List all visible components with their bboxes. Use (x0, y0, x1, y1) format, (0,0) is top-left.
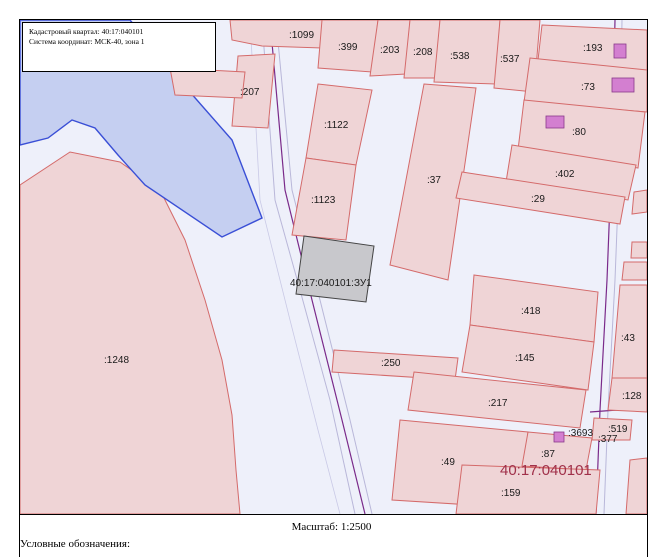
label-208: :208 (413, 47, 433, 58)
label-402: :402 (555, 169, 575, 180)
info-box: Кадастровый квартал: 40:17:040101 Систем… (22, 22, 216, 72)
selected-parcel-label: 40:17:040101:ЗУ1 (290, 278, 372, 289)
cadastral-map[interactable]: :1099 :399 :203 :208 :538 :537 :193 :73 … (20, 20, 647, 515)
label-1123: :1123 (311, 195, 336, 206)
parcel-43b[interactable] (621, 261, 647, 281)
legend-title: Условные обозначения: (20, 538, 131, 550)
label-418: :418 (521, 306, 541, 317)
label-1248: :1248 (104, 355, 129, 366)
selected-parcel[interactable] (295, 235, 375, 303)
label-250: :250 (381, 358, 401, 369)
label-145: :145 (515, 353, 535, 364)
label-207: :207 (240, 87, 260, 98)
parcel-right-small-2[interactable] (630, 241, 647, 259)
building-2 (611, 77, 635, 93)
label-128: :128 (622, 391, 642, 402)
label-3693: :3693 (568, 428, 593, 439)
label-37: :37 (427, 175, 441, 186)
label-49: :49 (441, 457, 455, 468)
scale-label: Масштаб: 1:2500 (291, 521, 372, 533)
label-193: :193 (583, 43, 603, 54)
label-399: :399 (338, 42, 358, 53)
parcel-right-small-1[interactable] (631, 189, 647, 215)
label-538: :538 (450, 51, 470, 62)
label-1099: :1099 (289, 30, 314, 41)
label-159: :159 (501, 488, 521, 499)
label-43: :43 (621, 333, 635, 344)
label-87: :87 (541, 449, 555, 460)
building-3 (545, 115, 565, 129)
label-80: :80 (572, 127, 586, 138)
quarter-info: Кадастровый квартал: 40:17:040101 (29, 27, 144, 36)
label-73: :73 (581, 82, 595, 93)
crs-info: Система координат: МСК-40, зона 1 (29, 37, 145, 46)
label-217: :217 (488, 398, 508, 409)
parcel-43[interactable] (611, 284, 647, 379)
label-537: :537 (500, 54, 520, 65)
map-canvas[interactable]: :1099 :399 :203 :208 :538 :537 :193 :73 … (20, 20, 647, 514)
quarter-label: 40:17:040101 (500, 462, 592, 479)
building-4 (553, 431, 565, 443)
label-377: :377 (598, 434, 618, 445)
label-29: :29 (531, 194, 545, 205)
parcel-left-top[interactable] (169, 67, 246, 99)
parcel-right-bottom[interactable] (625, 457, 647, 514)
label-203: :203 (380, 45, 400, 56)
building-1 (613, 43, 627, 59)
label-1122: :1122 (324, 120, 349, 131)
